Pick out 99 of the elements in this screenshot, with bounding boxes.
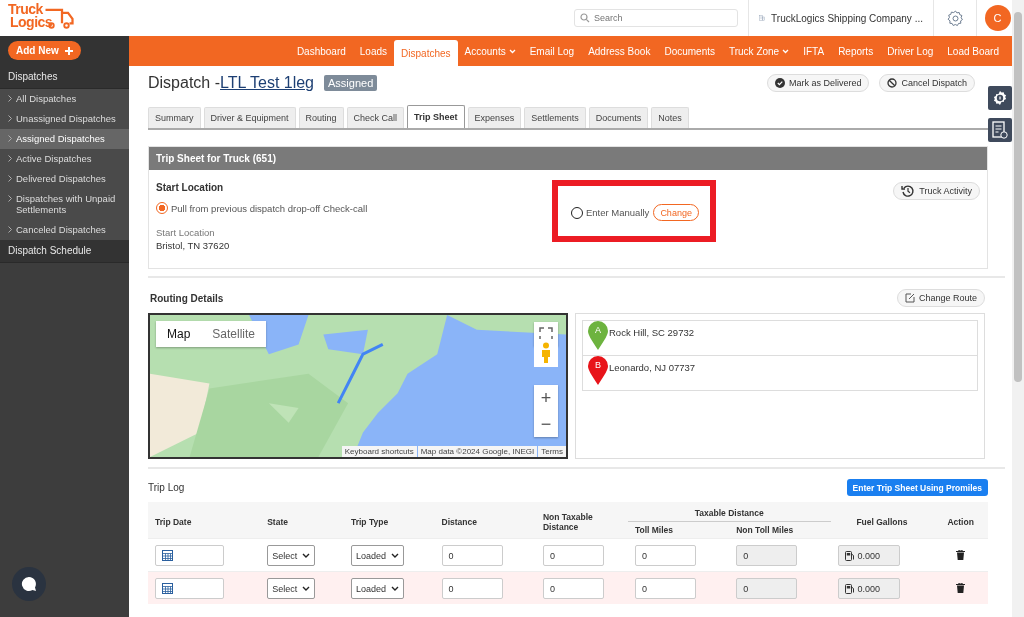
chat-bubble-icon[interactable] [21,576,37,592]
tab[interactable]: Settlements [524,107,586,128]
marker-label: A [594,325,602,335]
map-link[interactable]: Keyboard shortcuts [341,446,417,457]
sidebar-item[interactable]: Dispatches with Unpaid Settlements [0,189,129,220]
chevron-icon [8,155,12,162]
column-header: Action [933,502,988,539]
ban-icon [887,78,898,88]
non-taxable-field[interactable]: 0 [542,545,604,566]
column-header: Non Taxable Distance [535,502,628,539]
tab[interactable]: Check Call [346,107,405,128]
radio-button[interactable] [156,202,168,214]
mark-delivered-button[interactable]: Mark as Delivered [766,74,870,92]
chevron-icon [8,95,12,102]
state-select[interactable]: Select [267,578,316,599]
sidebar-item[interactable]: Active Dispatches [0,149,129,169]
sidebar-section[interactable]: Dispatch Schedule [0,240,129,263]
chevron-icon [8,195,12,202]
tab[interactable]: Trip Sheet [407,105,465,128]
section-heading: Routing Details [150,292,224,304]
trip-type-select[interactable]: Loaded [350,545,404,566]
tab[interactable]: Driver & Equipment [203,107,296,128]
sidebar-item[interactable]: Assigned Dispatches [0,129,129,149]
non-toll-miles-field: 0 [736,545,798,566]
tab[interactable]: Notes [651,107,689,128]
sidebar-section[interactable]: Dispatches [0,66,129,89]
chevron-icon [8,135,12,142]
radio-label: Enter Manually [586,207,650,218]
search-field[interactable]: Search [574,9,738,27]
page-title: Dispatch - [148,74,221,92]
panel-header: Trip Sheet for Truck (651) [149,147,987,170]
map-type-tab[interactable]: Map [156,321,202,347]
caret-icon [302,586,311,591]
fullscreen-icon[interactable] [539,327,553,341]
plus-icon [64,46,73,55]
fuel-gallons-field: 0.000 [837,578,900,599]
stop-address: Leonardo, NJ 07737 [609,362,696,373]
history-icon [901,184,916,198]
trash-icon[interactable] [956,582,966,593]
caret-icon [302,553,311,558]
date-field[interactable] [155,545,224,566]
sidebar-item[interactable]: Canceled Dispatches [0,220,129,240]
marker-label: B [594,360,602,370]
edit-icon [904,293,915,303]
toll-miles-field[interactable]: 0 [634,578,696,599]
status-badge: Assigned [324,75,378,91]
column-header: Fuel Gallons [830,502,934,539]
chevron-icon [8,115,12,122]
check-circle-icon [774,78,785,88]
column-header: Trip Type [343,502,435,539]
section-heading: Start Location [156,182,225,193]
change-route-button[interactable]: Change Route [896,289,985,307]
cancel-dispatch-button[interactable]: Cancel Dispatch [879,74,975,92]
non-toll-miles-field: 0 [736,578,798,599]
distance-field[interactable]: 0 [441,545,503,566]
settings-icon[interactable] [946,9,964,27]
state-select[interactable]: Select [267,545,316,566]
fuel-pump-icon [844,550,854,561]
trash-icon[interactable] [956,549,966,560]
tab[interactable]: Expenses [467,107,522,128]
non-taxable-field[interactable]: 0 [542,578,604,599]
date-field[interactable] [155,578,224,599]
column-header: Trip Date [148,502,261,539]
zoom-out-button[interactable]: − [534,411,558,437]
search-icon [580,13,590,23]
trip-type-select[interactable]: Loaded [350,578,404,599]
sidebar-item[interactable]: Unassigned Dispatches [0,109,129,129]
company-name[interactable]: TruckLogics Shipping Company ... [771,12,923,24]
column-header: Taxable Distance [627,502,831,522]
calendar-icon[interactable] [162,583,173,594]
stop-address: Rock Hill, SC 29732 [609,327,694,338]
fuel-gallons-field: 0.000 [837,545,900,566]
sidebar-item[interactable]: All Dispatches [0,89,129,109]
scrollbar[interactable] [1012,0,1024,617]
calendar-icon[interactable] [162,550,173,561]
tab[interactable]: Documents [588,107,649,128]
dispatch-link[interactable]: LTL Test 1leg [220,74,314,92]
fuel-pump-icon [844,583,854,594]
truck-activity-button[interactable]: Truck Activity [893,182,980,200]
caret-icon [391,553,399,558]
toll-miles-field[interactable]: 0 [634,545,696,566]
caret-icon [391,586,399,591]
map-attribution: Map data ©2024 Google, INEGI [417,446,538,457]
zoom-in-button[interactable]: + [534,385,558,411]
map-link[interactable]: Terms [538,446,566,457]
sidebar-item[interactable]: Delivered Dispatches [0,169,129,189]
column-header: Distance [434,502,536,539]
chevron-icon [8,226,12,233]
tab[interactable]: Routing [298,107,344,128]
field-value: Bristol, TN 37620 [156,240,231,251]
radio-label: Pull from previous dispatch drop-off Check-call [171,202,368,214]
field-label: Start Location [156,227,216,238]
column-header: State [260,502,344,539]
map-type-tab[interactable]: Satellite [201,321,267,347]
section-heading: Trip Log [148,482,185,493]
tab[interactable]: Summary [148,107,201,128]
chevron-icon [8,175,12,182]
distance-field[interactable]: 0 [441,578,503,599]
promiles-button[interactable]: Enter Trip Sheet Using Promiles [846,479,988,496]
